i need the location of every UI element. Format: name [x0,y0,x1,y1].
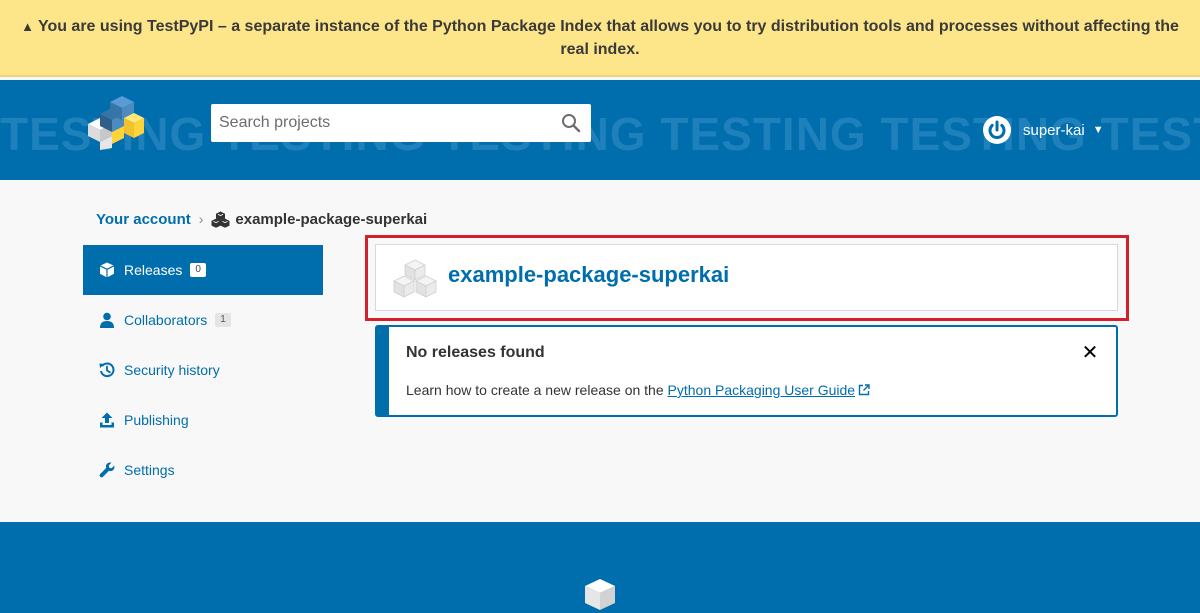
footer-cube-icon [585,579,615,610]
packaging-guide-link[interactable]: Python Packaging User Guide [668,382,871,398]
callout-title: No releases found [406,344,545,361]
user-icon [100,312,114,328]
site-header: TESTING TESTING TESTING TESTING TESTING … [0,80,1200,180]
package-cubes-icon [393,259,437,298]
upload-icon [100,412,114,428]
callout-text-prefix: Learn how to create a new release on the [406,382,668,398]
packaging-guide-link-label: Python Packaging User Guide [667,382,856,398]
cubes-icon [211,211,230,228]
project-sidebar: Releases 0 Collaborators 1 Security hist… [83,245,323,495]
user-menu-button[interactable]: super-kai ▼ [983,116,1104,144]
package-title: example-package-superkai [448,262,730,287]
sidebar-item-label: Security history [124,362,220,378]
breadcrumb-separator: › [198,211,204,227]
search-box [211,104,591,142]
package-title-card: example-package-superkai [375,244,1118,311]
no-releases-callout: No releases found Learn how to create a … [375,325,1118,417]
sidebar-item-security-history[interactable]: Security history [83,345,323,395]
history-icon [99,362,115,378]
callout-text: Learn how to create a new release on the… [406,382,870,398]
pypi-logo-icon[interactable] [80,94,146,150]
site-footer [0,522,1200,613]
collaborators-count-badge: 1 [215,313,231,327]
breadcrumb: Your account › example-package-superkai [96,208,427,230]
power-icon [983,116,1011,144]
username: super-kai [1023,121,1085,139]
sidebar-item-label: Settings [124,462,175,478]
box-icon [99,262,115,278]
external-link-icon [858,384,870,396]
sidebar-item-label: Releases [124,262,183,278]
warning-triangle-icon: ▲ [21,19,34,34]
sidebar-item-settings[interactable]: Settings [83,445,323,495]
testpypi-warning-banner: ▲ You are using TestPyPI – a separate ins… [0,0,1200,77]
wrench-icon [99,462,115,478]
breadcrumb-your-account-link[interactable]: Your account [96,211,191,228]
chevron-down-icon: ▼ [1092,124,1104,136]
sidebar-item-label: Collaborators [124,312,208,328]
search-icon[interactable] [561,113,581,133]
close-icon[interactable]: ✕ [1080,343,1100,363]
sidebar-item-releases[interactable]: Releases 0 [83,245,323,295]
banner-text: You are using TestPyPI – a separate inst… [37,18,1179,58]
breadcrumb-current-package: example-package-superkai [235,210,428,228]
sidebar-item-collaborators[interactable]: Collaborators 1 [83,295,323,345]
sidebar-item-label: Publishing [124,412,189,428]
search-input[interactable] [211,104,541,142]
sidebar-item-publishing[interactable]: Publishing [83,395,323,445]
releases-count-badge: 0 [190,263,206,277]
